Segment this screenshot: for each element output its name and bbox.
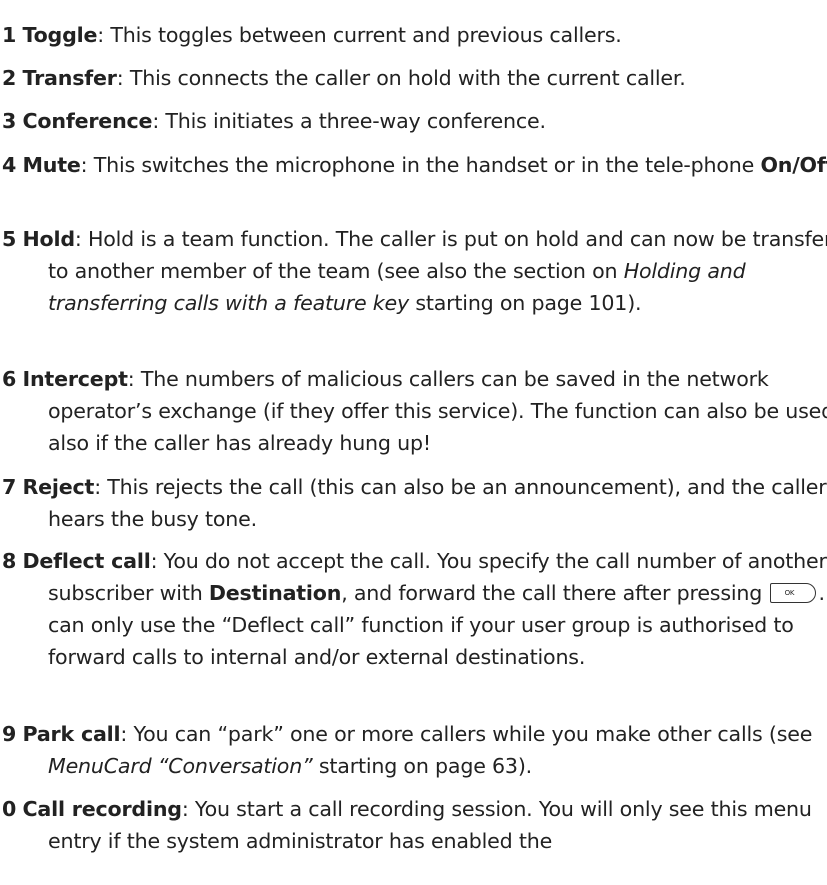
item-name: Hold (22, 226, 76, 251)
item-number: 7 (2, 474, 17, 499)
item-description: : This connects the caller on hold with … (116, 65, 686, 90)
manual-page: 1 Toggle: This toggles between current a… (0, 0, 827, 885)
item-name: Toggle (22, 22, 98, 47)
item-name: Conference (22, 108, 153, 133)
menu-item-mute: 4 Mute: This switches the microphone in … (2, 149, 827, 181)
menu-item-deflect-call: 8 Deflect call: You do not accept the ca… (2, 545, 827, 673)
item-number: 2 (2, 65, 17, 90)
item-description: : This switches the microphone in the ha… (80, 152, 761, 177)
item-reference: MenuCard “Conversation” (48, 753, 313, 778)
menu-item-transfer: 2 Transfer: This connects the caller on … (2, 62, 827, 94)
menu-item-hold: 5 Hold: Hold is a team function. The cal… (2, 223, 827, 319)
item-tail: starting on page 63). (312, 753, 532, 778)
item-number: 4 (2, 152, 17, 177)
item-number: 8 (2, 548, 17, 573)
item-number: 0 (2, 796, 17, 821)
item-tail: starting on page 101). (409, 290, 642, 315)
item-description: : This initiates a three-way conference. (152, 108, 546, 133)
item-name: Intercept (22, 366, 128, 391)
item-name: Deflect call (22, 548, 151, 573)
item-name: Transfer (22, 65, 117, 90)
item-description: : The numbers of malicious callers can b… (48, 366, 827, 455)
item-name: Mute (22, 152, 81, 177)
item-name: Reject (22, 474, 95, 499)
item-bold-term: Destination (208, 580, 342, 605)
menu-item-call-recording: 0 Call recording: You start a call recor… (2, 793, 827, 857)
item-number: 3 (2, 108, 17, 133)
item-description: : This rejects the call (this can also b… (48, 474, 827, 531)
ok-key-label: OK (784, 588, 795, 597)
menu-item-conference: 3 Conference: This initiates a three-way… (2, 105, 827, 137)
menu-item-reject: 7 Reject: This rejects the call (this ca… (2, 471, 827, 535)
item-description: : This toggles between current and previ… (97, 22, 622, 47)
menu-item-toggle: 1 Toggle: This toggles between current a… (2, 19, 827, 51)
item-number: 6 (2, 366, 17, 391)
item-number: 9 (2, 721, 17, 746)
item-name: Call recording (22, 796, 183, 821)
item-number: 5 (2, 226, 17, 251)
item-number: 1 (2, 22, 17, 47)
ok-key-icon: OK (770, 582, 817, 603)
menu-item-park-call: 9 Park call: You can “park” one or more … (2, 718, 827, 782)
item-bold-term: On/Off (760, 152, 827, 177)
menu-item-intercept: 6 Intercept: The numbers of malicious ca… (2, 363, 827, 459)
item-name: Park call (22, 721, 121, 746)
item-description: : You can “park” one or more callers whi… (120, 721, 813, 746)
item-mid: , and forward the call there after press… (341, 580, 769, 605)
